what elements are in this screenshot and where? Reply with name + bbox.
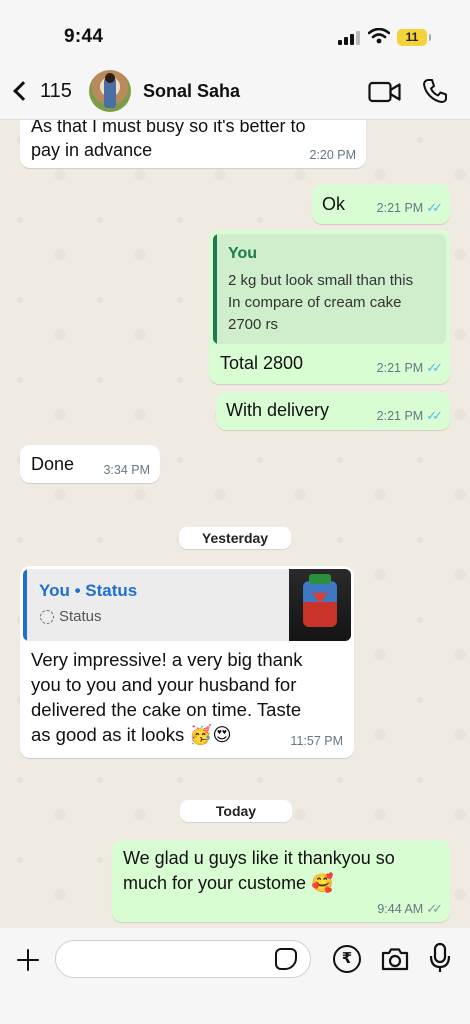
plus-icon[interactable] [14,946,42,974]
chat-area[interactable]: As that I must busy so it's better to pa… [0,120,470,928]
message-outgoing-reply[interactable]: You 2 kg but look small than this In com… [209,230,450,384]
battery-icon: 11 [397,29,431,46]
message-text: as good as it looks 🥳😍 [31,724,232,745]
quote-author: You [228,245,258,262]
rupee-payment-icon[interactable]: ₹ [333,945,361,973]
message-time: 9:44 AM ✓✓ [377,901,443,917]
quote-text: 2 kg but look small than this [228,272,414,289]
message-text: you to you and your husband for [31,674,297,695]
message-input[interactable] [55,940,311,978]
voice-call-icon[interactable] [421,77,449,105]
status-icon [40,610,54,624]
message-outgoing[interactable]: With delivery 2:21 PM ✓✓ [216,392,450,430]
contact-name[interactable]: Sonal Saha [143,81,240,102]
message-time: 11:57 PM [290,734,343,748]
message-time: 2:21 PM ✓✓ [377,360,443,376]
date-separator: Yesterday [179,527,291,549]
camera-icon[interactable] [380,946,410,972]
microphone-icon[interactable] [429,942,451,974]
composer-bar: ₹ [0,928,470,1024]
chat-header: 115 Sonal Saha [0,62,470,120]
quote-author: You • Status [39,581,138,600]
back-chevron-icon [13,81,33,101]
message-outgoing[interactable]: We glad u guys like it thankyou so much … [112,840,450,922]
message-outgoing[interactable]: Ok 2:21 PM ✓✓ [312,184,450,224]
message-text: With delivery [226,400,330,420]
quoted-message[interactable]: You 2 kg but look small than this In com… [213,234,446,344]
delivered-ticks-icon: ✓✓ [426,901,443,916]
message-incoming[interactable]: Done 3:34 PM [20,445,160,483]
signal-icon [338,31,360,45]
date-separator: Today [180,800,292,822]
back-button[interactable]: 115 [8,76,72,106]
message-incoming-reply[interactable]: You • Status Status Very impressive! a v… [20,566,354,758]
message-time: 3:34 PM [103,463,150,477]
message-time: 2:21 PM ✓✓ [377,200,443,216]
message-incoming[interactable]: As that I must busy so it's better to pa… [20,120,366,168]
status-thumbnail [289,569,351,641]
read-ticks-icon: ✓✓ [426,360,443,375]
message-text: As that I must busy so it's better to [31,120,306,136]
message-text: pay in advance [31,140,153,160]
quote-text: In compare of cream cake [228,294,402,311]
message-text: Ok [322,194,346,214]
quoted-status[interactable]: You • Status Status [23,569,351,641]
message-text: Very impressive! a very big thank [31,649,303,670]
message-text: delivered the cake on time. Taste [31,699,302,720]
message-text: Done [31,454,75,474]
message-text: We glad u guys like it thankyou so [123,848,395,868]
video-call-icon[interactable] [368,80,402,104]
status-bar: 9:44 11 [0,0,470,62]
message-text: much for your custome 🥰 [123,873,334,893]
message-text: Total 2800 [220,353,304,373]
wifi-icon [368,28,390,44]
status-time: 9:44 [64,26,104,47]
message-time: 2:21 PM ✓✓ [377,408,443,424]
avatar[interactable] [89,70,131,112]
unread-count: 115 [40,79,72,102]
read-ticks-icon: ✓✓ [426,408,443,423]
message-time: 2:20 PM [309,148,356,162]
read-ticks-icon: ✓✓ [426,200,443,215]
quote-subtitle: Status [59,608,102,625]
quote-text: 2700 rs [228,316,279,333]
